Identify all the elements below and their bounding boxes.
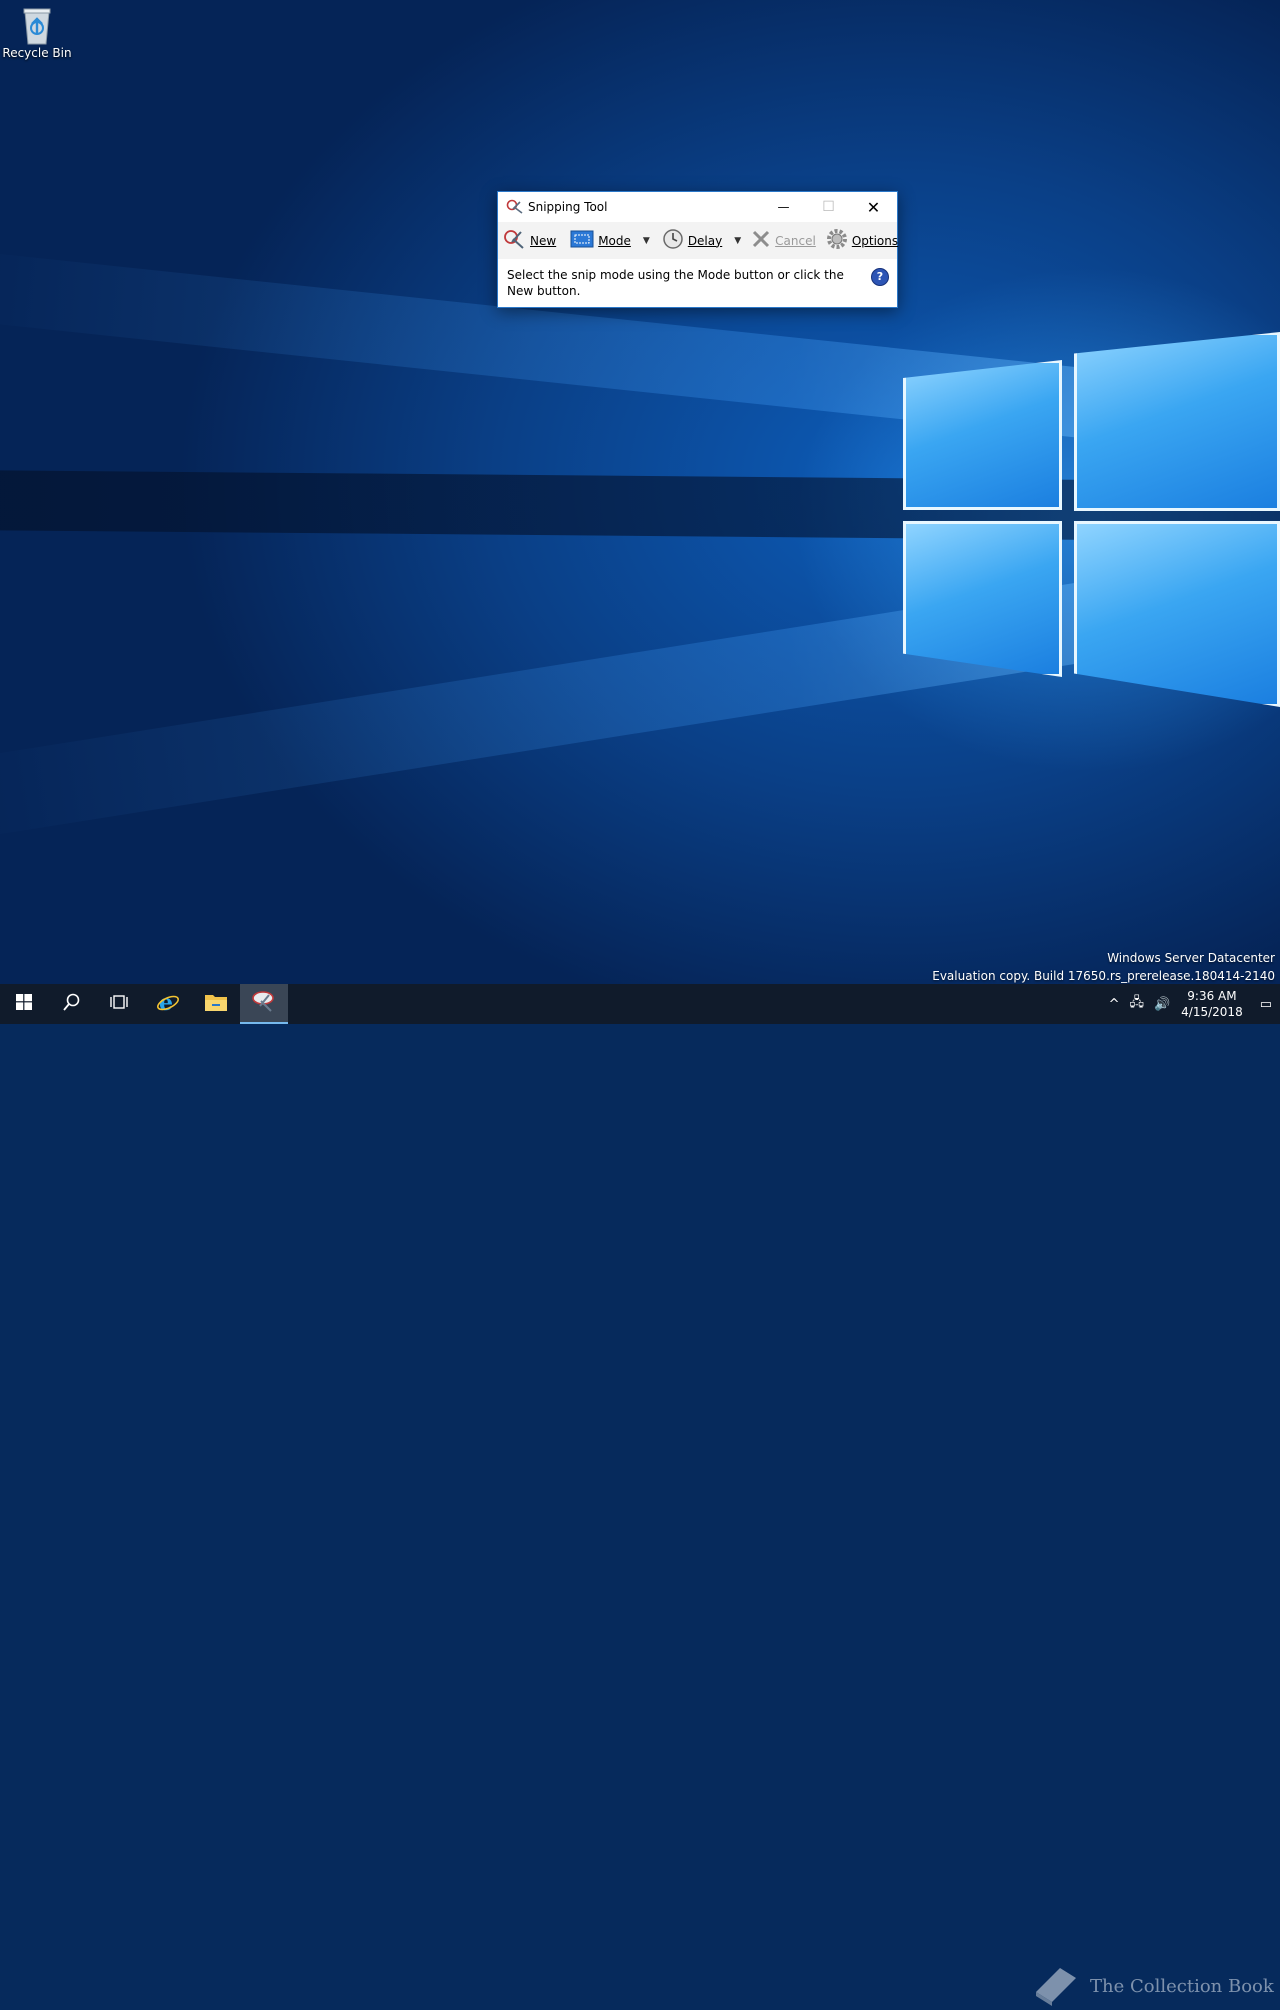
status-message-area: Select the snip mode using the Mode butt… <box>498 259 897 307</box>
minimize-button[interactable]: — <box>761 192 806 222</box>
logo-pane <box>903 360 1062 510</box>
file-explorer-button[interactable] <box>192 984 240 1024</box>
delay-label: Delay <box>687 233 723 248</box>
show-hidden-icons-icon[interactable]: ^ <box>1109 997 1120 1012</box>
maximize-button[interactable]: ☐ <box>806 192 851 222</box>
task-view-icon <box>110 994 130 1014</box>
cancel-x-icon <box>751 229 771 252</box>
help-icon[interactable]: ? <box>871 268 889 286</box>
toolbar: New Mode ▼ Delay ▼ Cancel Options <box>498 222 898 259</box>
snipping-tool-taskbar-button[interactable] <box>240 984 288 1024</box>
file-explorer-icon <box>204 992 228 1016</box>
recycle-bin-label: Recycle Bin <box>2 46 72 60</box>
new-snip-icon <box>502 227 526 254</box>
taskbar: e The Collection Book ^ 🖧 🔊 9:36 AM 4/15… <box>0 984 1280 2006</box>
start-icon <box>16 994 32 1014</box>
mode-dropdown-icon[interactable]: ▼ <box>643 236 650 246</box>
close-button[interactable]: ✕ <box>851 192 896 222</box>
search-button[interactable] <box>48 984 96 1024</box>
watermark-build: Evaluation copy. Build 17650.rs_prerelea… <box>932 969 1275 983</box>
recycle-bin-icon <box>22 6 52 45</box>
brand-watermark: The Collection Book <box>1030 1962 1274 2010</box>
network-icon[interactable]: 🖧 <box>1129 993 1144 1015</box>
book-icon <box>1030 1962 1082 2010</box>
cancel-label: Cancel <box>775 233 816 248</box>
snipping-tool-icon <box>251 989 277 1017</box>
logo-pane <box>1074 332 1280 511</box>
logo-pane <box>1074 521 1280 707</box>
internet-explorer-button[interactable]: e <box>144 984 192 1024</box>
delay-dropdown-icon[interactable]: ▼ <box>734 236 741 246</box>
start-button[interactable] <box>0 984 48 1024</box>
desktop-background: Recycle Bin Snipping Tool — ☐ ✕ New Mode… <box>0 0 1280 984</box>
task-view-button[interactable] <box>96 984 144 1024</box>
options-button[interactable]: Options <box>826 222 898 259</box>
new-button[interactable]: New <box>502 222 556 259</box>
window-title: Snipping Tool <box>528 200 608 214</box>
options-label: Options <box>851 233 899 248</box>
logo-pane <box>903 521 1062 677</box>
recycle-bin-shortcut[interactable]: Recycle Bin <box>2 6 72 60</box>
internet-explorer-icon: e <box>156 990 180 1018</box>
clock-icon <box>662 228 684 253</box>
mode-label: Mode <box>598 233 631 248</box>
delay-button[interactable]: Delay ▼ <box>662 222 741 259</box>
brand-text: The Collection Book <box>1090 1975 1274 1997</box>
build-watermark: Windows Server Datacenter Evaluation cop… <box>932 949 1275 984</box>
search-icon <box>63 993 81 1015</box>
status-message: Select the snip mode using the Mode butt… <box>507 268 844 298</box>
volume-icon[interactable]: 🔊 <box>1154 997 1170 1012</box>
system-tray: ^ 🖧 🔊 9:36 AM 4/15/2018 ▭ <box>1104 984 1280 1024</box>
snipping-tool-window: Snipping Tool — ☐ ✕ New Mode ▼ Delay ▼ C… <box>497 191 898 308</box>
clock-time: 9:36 AM <box>1187 989 1237 1003</box>
clock[interactable]: 9:36 AM 4/15/2018 <box>1181 988 1243 1020</box>
rectangle-snip-icon <box>570 230 594 251</box>
action-center-icon[interactable]: ▭ <box>1260 997 1272 1012</box>
watermark-edition: Windows Server Datacenter <box>1107 951 1275 965</box>
snipping-tool-icon <box>506 198 524 216</box>
gear-icon <box>826 228 848 253</box>
cancel-button[interactable]: Cancel <box>751 222 816 259</box>
mode-button[interactable]: Mode ▼ <box>570 222 650 259</box>
clock-date: 4/15/2018 <box>1181 1005 1243 1019</box>
new-label: New <box>530 233 557 248</box>
title-bar[interactable]: Snipping Tool — ☐ ✕ <box>498 192 897 222</box>
